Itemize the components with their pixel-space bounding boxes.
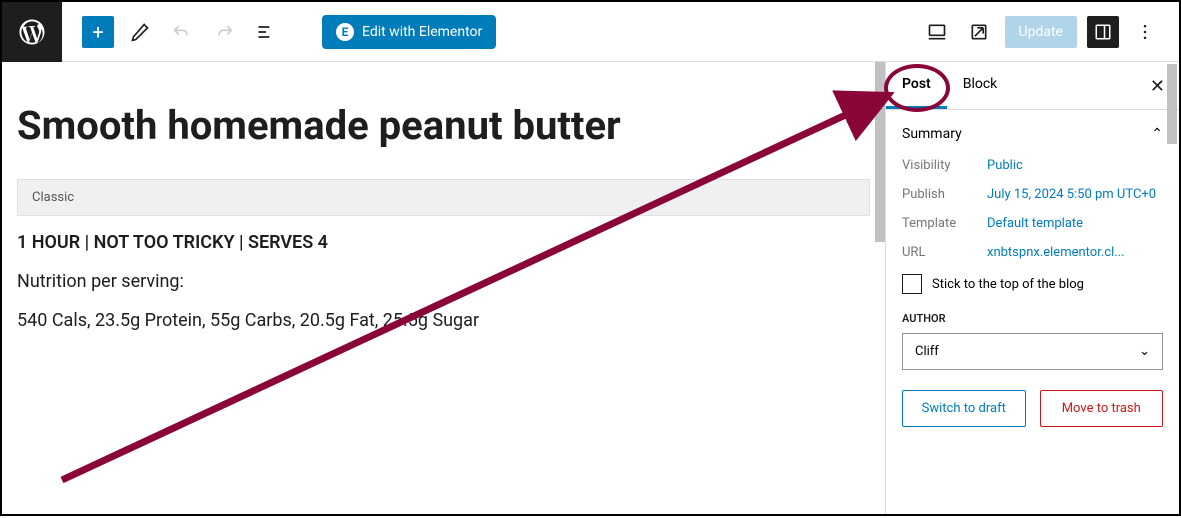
toolbar-left: + E Edit with Elementor — [62, 15, 496, 49]
template-value[interactable]: Default template — [987, 216, 1163, 231]
url-row: URL xnbtspnx.elementor.cl... — [902, 245, 1163, 260]
stick-checkbox[interactable] — [902, 274, 922, 294]
update-label: Update — [1019, 24, 1063, 40]
settings-sidebar: Post Block ✕ Summary ⌃ Visibility Public… — [885, 62, 1179, 514]
toolbar-right: Update — [921, 16, 1179, 48]
top-toolbar: + E Edit with Elementor Update — [2, 2, 1179, 62]
publish-label: Publish — [902, 187, 987, 202]
template-label: Template — [902, 216, 987, 231]
sidebar-tabs: Post Block ✕ — [886, 62, 1179, 110]
summary-panel-header[interactable]: Summary ⌃ — [902, 126, 1163, 142]
stick-label: Stick to the top of the blog — [932, 277, 1084, 292]
elementor-label: Edit with Elementor — [362, 24, 482, 40]
chevron-up-icon: ⌃ — [1151, 126, 1163, 142]
redo-icon[interactable] — [208, 16, 240, 48]
publish-row: Publish July 15, 2024 5:50 pm UTC+0 — [902, 187, 1163, 202]
options-menu-icon[interactable] — [1129, 16, 1161, 48]
visibility-label: Visibility — [902, 158, 987, 173]
url-value[interactable]: xnbtspnx.elementor.cl... — [987, 245, 1163, 260]
content-line-1[interactable]: 1 HOUR | NOT TOO TRICKY | SERVES 4 — [17, 232, 870, 253]
tab-post[interactable]: Post — [886, 62, 947, 109]
wordpress-logo[interactable] — [2, 2, 62, 62]
editor-content[interactable]: Smooth homemade peanut butter Classic 1 … — [2, 62, 885, 514]
main-area: Smooth homemade peanut butter Classic 1 … — [2, 62, 1179, 514]
content-scrollbar[interactable] — [875, 62, 885, 242]
tab-block[interactable]: Block — [947, 62, 1014, 109]
content-line-3[interactable]: 540 Cals, 23.5g Protein, 55g Carbs, 20.5… — [17, 310, 870, 331]
edit-with-elementor-button[interactable]: E Edit with Elementor — [322, 15, 496, 49]
publish-value[interactable]: July 15, 2024 5:50 pm UTC+0 — [987, 187, 1163, 202]
content-line-2[interactable]: Nutrition per serving: — [17, 271, 870, 292]
summary-panel: Summary ⌃ Visibility Public Publish July… — [886, 110, 1179, 447]
close-sidebar-icon[interactable]: ✕ — [1150, 76, 1165, 97]
post-title[interactable]: Smooth homemade peanut butter — [17, 102, 870, 149]
preview-desktop-icon[interactable] — [921, 16, 953, 48]
summary-title: Summary — [902, 126, 962, 142]
author-select[interactable]: Cliff ⌄ — [902, 333, 1163, 370]
document-overview-icon[interactable] — [250, 16, 282, 48]
window-scrollbar[interactable] — [1167, 64, 1177, 144]
action-row: Switch to draft Move to trash — [902, 390, 1163, 427]
move-to-trash-button[interactable]: Move to trash — [1040, 390, 1164, 427]
chevron-down-icon: ⌄ — [1139, 344, 1150, 359]
visibility-row: Visibility Public — [902, 158, 1163, 173]
settings-sidebar-toggle[interactable] — [1087, 16, 1119, 48]
author-value: Cliff — [915, 344, 939, 359]
elementor-icon: E — [336, 23, 354, 41]
stick-checkbox-row: Stick to the top of the blog — [902, 274, 1163, 294]
edit-tools-icon[interactable] — [124, 16, 156, 48]
view-post-icon[interactable] — [963, 16, 995, 48]
url-label: URL — [902, 245, 987, 260]
template-row: Template Default template — [902, 216, 1163, 231]
switch-to-draft-button[interactable]: Switch to draft — [902, 390, 1026, 427]
visibility-value[interactable]: Public — [987, 158, 1163, 173]
author-heading: AUTHOR — [902, 312, 1163, 325]
undo-icon[interactable] — [166, 16, 198, 48]
update-button[interactable]: Update — [1005, 16, 1077, 48]
classic-block-label[interactable]: Classic — [17, 179, 870, 216]
add-block-button[interactable]: + — [82, 16, 114, 48]
